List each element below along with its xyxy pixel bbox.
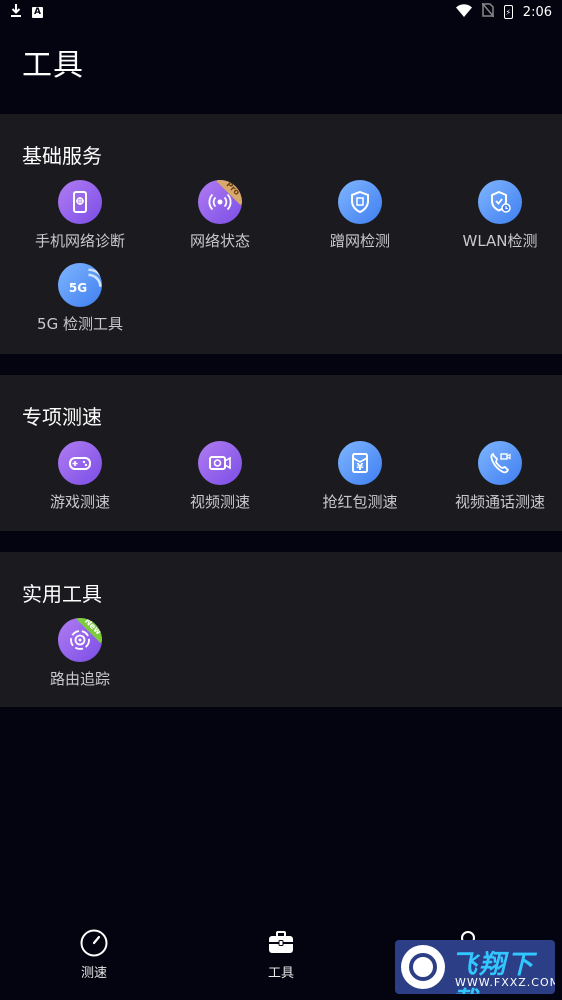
clock: 2:06	[522, 4, 552, 20]
tool-label: 5G 检测工具	[37, 315, 123, 333]
tool-phone-network-diagnosis[interactable]: 手机网络诊断	[10, 180, 150, 251]
tool-network-status[interactable]: Pro 网络状态	[150, 180, 290, 251]
gamepad-icon	[58, 441, 102, 485]
status-left: A	[10, 3, 43, 21]
phone-network-icon	[58, 180, 102, 224]
wlan-shield-icon	[478, 180, 522, 224]
shield-detect-icon	[338, 180, 382, 224]
video-camera-icon	[198, 441, 242, 485]
nav-label: 工具	[267, 966, 294, 981]
tool-label: 手机网络诊断	[34, 232, 125, 250]
nav-label: 测速	[80, 966, 107, 981]
red-envelope-icon: ¥	[338, 441, 382, 485]
nav-item-speed-test[interactable]: 测速	[44, 928, 144, 981]
5g-icon: 5G	[58, 263, 102, 307]
tool-video-speed[interactable]: 视频测速	[150, 441, 290, 512]
watermark: 飞翔下载 WWW.FXXZ.COM	[395, 940, 555, 994]
section-special-speed-test: 专项测速 游戏测速 视频测速 ¥ 抢红包测速 视频通话测速	[0, 375, 562, 531]
battery-icon: ⚡	[503, 5, 513, 19]
tool-label: WLAN检测	[462, 232, 538, 250]
section-utility-tools: 实用工具 New 路由追踪	[0, 552, 562, 707]
tool-video-call-speed[interactable]: 视频通话测速	[430, 441, 562, 512]
tool-route-trace[interactable]: New 路由追踪	[10, 618, 150, 689]
status-bar: A ⚡ 2:06	[0, 0, 562, 24]
notification-badge-icon: A	[32, 6, 43, 18]
tool-5g-detect[interactable]: 5G 5G 检测工具	[10, 263, 150, 334]
yuan-symbol: ¥	[356, 461, 364, 473]
no-sim-icon	[481, 2, 495, 21]
tool-label: 视频通话测速	[454, 493, 545, 511]
tool-label: 视频测速	[189, 493, 250, 511]
tool-label: 蹭网检测	[329, 232, 390, 250]
tool-label: 路由追踪	[49, 670, 110, 688]
status-right: ⚡ 2:06	[455, 2, 552, 21]
tool-game-speed[interactable]: 游戏测速	[10, 441, 150, 512]
page-title: 工具	[22, 48, 84, 83]
section-title: 专项测速	[22, 405, 102, 429]
tool-label: 游戏测速	[49, 493, 110, 511]
nav-item-tools[interactable]: 工具	[231, 928, 331, 981]
tool-label: 网络状态	[189, 232, 250, 250]
section-basic-services: 基础服务 手机网络诊断 Pro 网络状态 蹭网检测 WLAN检测 5G 5G 检…	[0, 114, 562, 354]
tool-label: 抢红包测速	[322, 493, 398, 511]
speedometer-icon	[79, 928, 109, 958]
video-call-icon	[478, 441, 522, 485]
watermark-url: WWW.FXXZ.COM	[455, 976, 555, 989]
wifi-icon	[455, 3, 472, 21]
tool-wifi-leech-detect[interactable]: 蹭网检测	[290, 180, 430, 251]
section-title: 实用工具	[22, 582, 102, 606]
section-title: 基础服务	[22, 144, 102, 168]
tool-red-envelope-speed[interactable]: ¥ 抢红包测速	[290, 441, 430, 512]
network-status-icon: Pro	[198, 180, 242, 224]
download-icon	[10, 3, 22, 21]
tool-wlan-detect[interactable]: WLAN检测	[430, 180, 562, 251]
route-trace-icon: New	[58, 618, 102, 662]
watermark-logo-icon	[401, 945, 445, 989]
toolbox-icon	[266, 928, 296, 958]
